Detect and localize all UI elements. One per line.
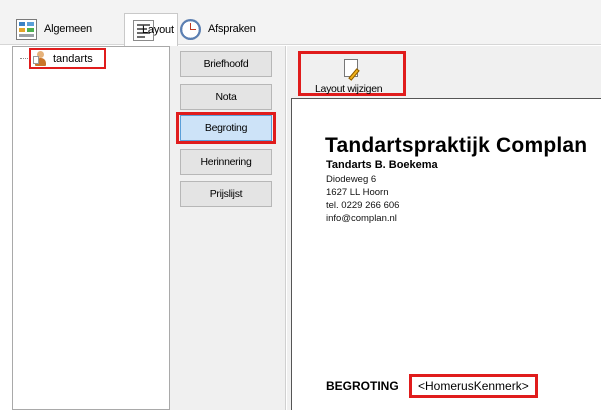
kenmerk-field[interactable]: <HomerusKenmerk> xyxy=(409,374,538,398)
address-line: Diodeweg 6 xyxy=(326,174,377,185)
tab-bar: Algemeen Layout Afspraken xyxy=(0,0,601,46)
section-button-briefhoofd[interactable]: Briefhoofd xyxy=(180,51,272,77)
tab-algemeen[interactable]: Algemeen xyxy=(12,13,124,45)
grid-icon xyxy=(16,18,37,40)
user-icon xyxy=(33,51,47,66)
phone-line: tel. 0229 266 606 xyxy=(326,200,400,211)
section-button-prijslijst[interactable]: Prijslijst xyxy=(180,181,272,207)
tree-item-label: tandarts xyxy=(53,52,93,65)
email-line: info@complan.nl xyxy=(326,213,397,224)
section-button-herinnering[interactable]: Herinnering xyxy=(180,149,272,175)
tab-label: Afspraken xyxy=(208,23,256,35)
layout-wijzigen-label: Layout wijzigen xyxy=(315,83,383,95)
dentist-name: Tandarts B. Boekema xyxy=(326,159,438,171)
section-title: BEGROTING xyxy=(326,379,399,393)
edit-document-icon xyxy=(344,59,362,81)
tab-afspraken[interactable]: Afspraken xyxy=(178,13,260,45)
section-button-begroting[interactable]: Begroting xyxy=(180,115,272,141)
layout-section-list: Briefhoofd Nota Begroting Herinnering Pr… xyxy=(170,46,286,410)
layout-wijzigen-button[interactable]: Layout wijzigen xyxy=(298,51,406,96)
address-line: 1627 LL Hoorn xyxy=(326,187,389,198)
practice-name: Tandartspraktijk Complan xyxy=(325,134,588,157)
tab-layout-label: Layout xyxy=(142,23,174,36)
tree-item-tandarts[interactable]: tandarts xyxy=(29,48,106,69)
tab-label: Algemeen xyxy=(44,23,92,35)
clock-icon xyxy=(180,18,201,40)
section-button-nota[interactable]: Nota xyxy=(180,84,272,110)
document-preview: Tandartspraktijk Complan Tandarts B. Boe… xyxy=(291,98,601,410)
user-tree: tandarts xyxy=(12,46,170,410)
